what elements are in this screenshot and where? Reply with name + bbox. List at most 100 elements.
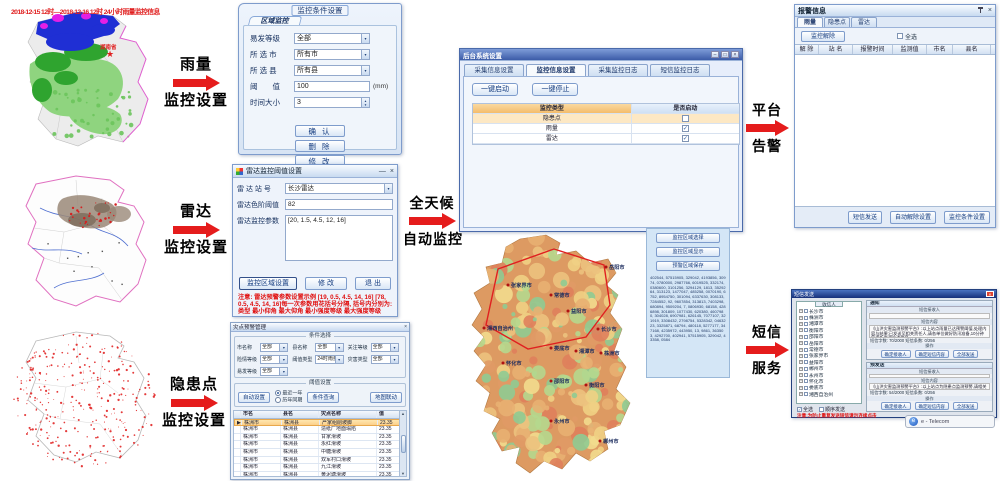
- city-checkbox[interactable]: [804, 322, 808, 326]
- release-monitor-button[interactable]: 监控解除: [801, 31, 845, 42]
- start-checkbox[interactable]: [682, 115, 689, 122]
- cond-button-0[interactable]: 确 认: [295, 125, 345, 137]
- city-checkbox[interactable]: [804, 379, 808, 383]
- tree-item[interactable]: +湘西自治州: [797, 391, 861, 397]
- region-button-1[interactable]: 监控区域显示: [656, 247, 720, 257]
- filter-dropdown[interactable]: 全部▾: [260, 367, 288, 376]
- radio-recent-year[interactable]: [275, 390, 281, 396]
- content-box[interactable]: 《山洪灾害监测预警平台》:以上站点雨量已达预警阈值,处理内容与结果:已发送至相关…: [869, 325, 990, 338]
- radar-button-1[interactable]: 修 改: [305, 277, 347, 290]
- monitor-row[interactable]: 隐患点: [473, 114, 739, 124]
- close-icon[interactable]: ×: [986, 291, 994, 297]
- close-icon[interactable]: ×: [988, 7, 992, 14]
- table-row[interactable]: ▶株洲市株洲县严家组削坡脚23.35: [234, 419, 406, 427]
- cond-button-1[interactable]: 删 除: [295, 140, 345, 152]
- dropdown-field[interactable]: 所有市▾: [294, 49, 370, 60]
- tab-2[interactable]: 采集监控日志: [588, 64, 648, 76]
- auto-set-button[interactable]: 自动设置: [238, 392, 270, 403]
- radar-button-2[interactable]: 退 出: [355, 277, 391, 290]
- scrollbar[interactable]: ▲▼: [399, 411, 406, 476]
- city-checkbox[interactable]: [804, 341, 808, 345]
- filter-dropdown[interactable]: 全部▾: [315, 343, 343, 352]
- pin-icon[interactable]: [977, 7, 984, 14]
- sms-button-0[interactable]: 确定接收人: [881, 350, 911, 358]
- table-row[interactable]: 株洲市株洲县甘家滑坡23.35: [234, 434, 406, 442]
- scroll-up-icon[interactable]: ▲: [401, 411, 405, 416]
- seq-send-checkbox[interactable]: [819, 407, 824, 412]
- alarm-footer-button-0[interactable]: 短信发送: [848, 211, 882, 224]
- stop-all-button[interactable]: 一键停止: [532, 83, 578, 96]
- close-icon[interactable]: ×: [390, 168, 394, 175]
- window-title: 灾点预警管理: [233, 323, 400, 331]
- start-checkbox[interactable]: ✓: [682, 125, 689, 132]
- spinner-field[interactable]: 3▴▾: [294, 97, 370, 108]
- close-icon[interactable]: ×: [731, 51, 739, 58]
- alarm-footer-button-2[interactable]: 监控条件设置: [944, 211, 990, 224]
- alarm-tab-0[interactable]: 雨量: [797, 17, 823, 27]
- start-all-button[interactable]: 一键启动: [472, 83, 518, 96]
- region-button-2[interactable]: 预警区域保存: [656, 261, 720, 271]
- taskbar-item[interactable]: e e - Telecom: [905, 415, 995, 428]
- content-box[interactable]: 《山洪灾害监测预警平台》:以上站点为隐患点监测预警,请相关单位及时查看,注意防范…: [869, 383, 990, 390]
- filter-dropdown[interactable]: 全部▾: [371, 343, 399, 352]
- tab-1[interactable]: 监控信息设置: [526, 64, 586, 76]
- monitor-row[interactable]: 雷达✓: [473, 134, 739, 144]
- scroll-down-icon[interactable]: ▼: [401, 471, 405, 476]
- spinner-buttons[interactable]: ▴▾: [361, 98, 369, 107]
- city-checkbox[interactable]: [804, 316, 808, 320]
- filter-dropdown[interactable]: 全部▾: [371, 355, 399, 364]
- sms-button-2[interactable]: 全部发送: [953, 350, 979, 358]
- table-row[interactable]: 株洲市株洲县造纸厂地面塌陷23.35: [234, 426, 406, 434]
- city-checkbox[interactable]: [804, 392, 808, 396]
- sms-button-2[interactable]: 全部发送: [953, 402, 979, 410]
- filter-dropdown[interactable]: 全部▾: [260, 355, 288, 364]
- city-checkbox[interactable]: [804, 348, 808, 352]
- radio-history[interactable]: [275, 397, 281, 403]
- sms-button-1[interactable]: 确定短信内容: [915, 350, 949, 358]
- table-row[interactable]: 株洲市株洲县永红滑坡23.35: [234, 441, 406, 449]
- minimize-icon[interactable]: –: [711, 51, 719, 58]
- radar-button-0[interactable]: 监控区域设置: [239, 277, 297, 290]
- monitor-row[interactable]: 雨量✓: [473, 124, 739, 134]
- close-icon[interactable]: ×: [404, 324, 407, 331]
- chevron-down-icon: ▾: [279, 356, 287, 363]
- tab-0[interactable]: 采集信息设置: [464, 64, 524, 76]
- map-link-button[interactable]: 地图联动: [370, 392, 402, 403]
- dropdown-field[interactable]: 所有县▾: [294, 65, 370, 76]
- query-button[interactable]: 条件查询: [307, 392, 339, 403]
- city-checkbox[interactable]: [804, 360, 808, 364]
- minimize-icon[interactable]: —: [379, 168, 386, 175]
- dropdown-field[interactable]: 长沙雷达▾: [285, 183, 393, 194]
- filter-dropdown[interactable]: 全部▾: [260, 343, 288, 352]
- scroll-thumb[interactable]: [401, 435, 406, 453]
- city-checkbox[interactable]: [804, 328, 808, 332]
- dropdown-field[interactable]: 全部▾: [294, 33, 370, 44]
- table-row[interactable]: 株洲市株洲县双军村口滑坡23.35: [234, 457, 406, 465]
- alarm-footer-button-1[interactable]: 自动解除设置: [890, 211, 936, 224]
- city-checkbox[interactable]: [804, 386, 808, 390]
- city-checkbox[interactable]: [804, 309, 808, 313]
- maximize-icon[interactable]: □: [721, 51, 729, 58]
- city-checkbox[interactable]: [804, 373, 808, 377]
- table-row[interactable]: 株洲市株洲县黄泥塘滑坡23.35: [234, 472, 406, 477]
- sms-button-0[interactable]: 确定接收人: [881, 402, 911, 410]
- alarm-tab-2[interactable]: 雷达: [851, 17, 877, 27]
- select-all-checkbox[interactable]: [897, 33, 903, 39]
- text-field[interactable]: 82: [285, 199, 393, 210]
- sms-button-1[interactable]: 确定短信内容: [915, 402, 949, 410]
- select-all-checkbox[interactable]: ✓: [797, 407, 802, 412]
- tab-recipients[interactable]: 收信人: [815, 301, 843, 307]
- city-checkbox[interactable]: [804, 354, 808, 358]
- spin-down-icon[interactable]: ▾: [365, 103, 367, 107]
- start-checkbox[interactable]: ✓: [682, 135, 689, 142]
- tab-3[interactable]: 短信监控日志: [650, 64, 710, 76]
- region-button-0[interactable]: 监控区域选择: [656, 233, 720, 243]
- city-checkbox[interactable]: [804, 367, 808, 371]
- params-textarea[interactable]: [20, 1.5, 4.5, 12, 16]: [285, 215, 393, 261]
- city-checkbox[interactable]: [804, 335, 808, 339]
- text-field[interactable]: 100: [294, 81, 370, 92]
- table-row[interactable]: 株洲市株洲县中糖滑坡23.35: [234, 449, 406, 457]
- table-row[interactable]: 株洲市株洲县九江滑坡23.35: [234, 464, 406, 472]
- alarm-tab-1[interactable]: 隐患点: [824, 17, 850, 27]
- filter-dropdown[interactable]: 24时雨量▾: [315, 355, 343, 364]
